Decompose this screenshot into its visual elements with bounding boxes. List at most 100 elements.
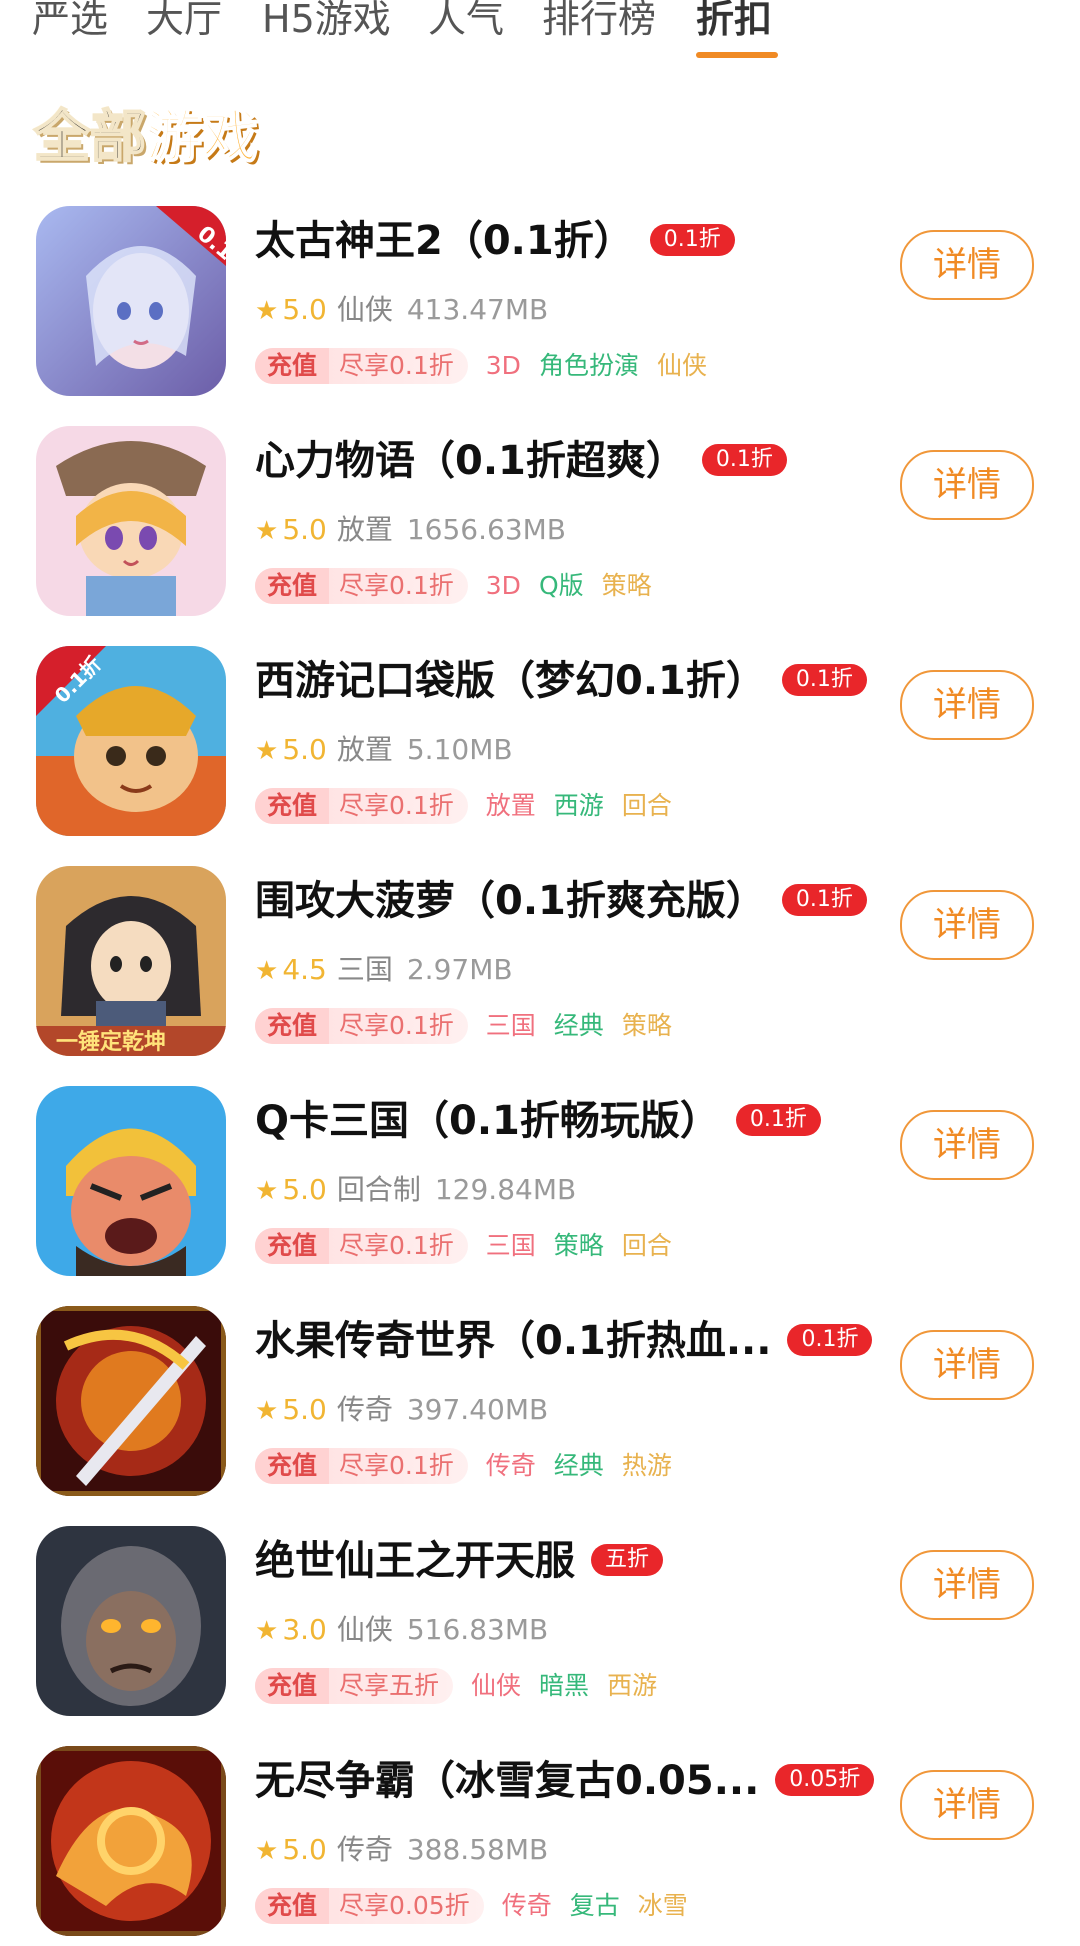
game-list-item[interactable]: 一锤定乾坤 围攻大菠萝（0.1折爽充版） 0.1折 ★ 4.5 三国 2.97MB 充值…	[0, 866, 1080, 1066]
game-rating: 5.0	[282, 1833, 327, 1866]
game-meta: ★ 5.0 放置 5.10MB	[255, 732, 513, 769]
recharge-text: 尽享0.1折	[339, 791, 454, 820]
game-meta: ★ 3.0 仙侠 516.83MB	[255, 1612, 548, 1649]
recharge-label: 充值	[255, 568, 330, 604]
detail-button[interactable]: 详情	[900, 450, 1034, 520]
detail-button[interactable]: 详情	[900, 670, 1034, 740]
recharge-label: 充值	[255, 1668, 330, 1704]
game-list-item[interactable]: 无尽争霸（冰雪复古0.05... 0.05折 ★ 5.0 传奇 388.58MB 充值尽…	[0, 1746, 1080, 1946]
discount-badge: 0.1折	[701, 444, 787, 476]
game-title: 围攻大菠萝（0.1折爽充版） 0.1折	[255, 874, 867, 928]
game-tag: 西游	[607, 1671, 658, 1700]
game-rating: 5.0	[282, 293, 327, 326]
tab-selected[interactable]: 严选	[32, 0, 108, 44]
game-title-text: 水果传奇世界（0.1折热血...	[255, 1318, 772, 1364]
tab-hall[interactable]: 大厅	[146, 0, 222, 44]
game-category: 放置	[336, 733, 393, 766]
game-size: 5.10MB	[406, 733, 513, 766]
game-tag: 西游	[553, 791, 604, 820]
tab-popular[interactable]: 人气	[428, 0, 504, 44]
tab-ranking[interactable]: 排行榜	[542, 0, 656, 44]
game-tag: 回合	[621, 791, 672, 820]
recharge-badge: 充值 尽享0.1折	[255, 348, 468, 384]
recharge-text: 尽享0.05折	[339, 1891, 470, 1920]
game-tag: 策略	[601, 571, 652, 600]
game-tag: Q版	[538, 571, 584, 600]
star-icon: ★	[255, 1396, 279, 1426]
game-tag: 暗黑	[539, 1671, 590, 1700]
game-tag: 仙侠	[471, 1671, 522, 1700]
game-category: 回合制	[336, 1173, 421, 1206]
game-tag: 三国	[485, 1011, 536, 1040]
game-meta: ★ 5.0 放置 1656.63MB	[255, 512, 566, 549]
discount-badge: 0.1折	[781, 884, 867, 916]
game-category: 三国	[336, 953, 393, 986]
detail-button[interactable]: 详情	[900, 1110, 1034, 1180]
star-icon: ★	[255, 1176, 279, 1206]
detail-button[interactable]: 详情	[900, 1550, 1034, 1620]
game-category: 传奇	[336, 1393, 393, 1426]
angry-general-game-icon[interactable]	[36, 1086, 226, 1276]
ape-warrior-game-icon[interactable]	[36, 1526, 226, 1716]
recharge-badge: 充值 尽享0.1折	[255, 1228, 468, 1264]
svg-text:一锤定乾坤: 一锤定乾坤	[56, 1029, 166, 1055]
game-category: 放置	[336, 513, 393, 546]
game-tag: 传奇	[485, 1451, 536, 1480]
recharge-label: 充值	[255, 1008, 330, 1044]
game-title: 西游记口袋版（梦幻0.1折） 0.1折	[255, 654, 867, 708]
game-meta: ★ 5.0 回合制 129.84MB	[255, 1172, 576, 1209]
section-title-part1: 全部	[33, 104, 147, 171]
fairy-game-icon[interactable]: 0.1	[36, 206, 226, 396]
warrior-game-icon[interactable]: 一锤定乾坤	[36, 866, 226, 1056]
game-list-item[interactable]: 水果传奇世界（0.1折热血... 0.1折 ★ 5.0 传奇 397.40MB 充值 尽享…	[0, 1306, 1080, 1506]
dragon-sword-game-icon[interactable]	[36, 1306, 226, 1496]
game-tag: 三国	[485, 1231, 536, 1260]
discount-badge: 0.1折	[787, 1324, 873, 1356]
monkey-king-game-icon[interactable]: 0.1折	[36, 646, 226, 836]
game-meta: ★ 5.0 传奇 397.40MB	[255, 1392, 548, 1429]
game-tag: 热游	[621, 1451, 672, 1480]
game-title-text: 围攻大菠萝（0.1折爽充版）	[255, 878, 766, 924]
recharge-text: 尽享五折	[339, 1671, 440, 1700]
tab-h5-games[interactable]: H5游戏	[262, 0, 391, 44]
game-tag: 经典	[553, 1011, 604, 1040]
game-tag: 策略	[621, 1011, 672, 1040]
fire-dragon-game-icon[interactable]	[36, 1746, 226, 1936]
anime-girl-game-icon[interactable]	[36, 426, 226, 616]
game-tag: 放置	[485, 791, 536, 820]
game-list-item[interactable]: 0.1折 西游记口袋版（梦幻0.1折） 0.1折 ★ 5.0 放置 5.10MB 充值尽…	[0, 646, 1080, 846]
detail-button[interactable]: 详情	[900, 1770, 1034, 1840]
detail-button[interactable]: 详情	[900, 230, 1034, 300]
game-list-item[interactable]: 心力物语（0.1折超爽） 0.1折 ★ 5.0 放置 1656.63MB 充值 尽享0.1…	[0, 426, 1080, 626]
recharge-label: 充值	[255, 348, 330, 384]
recharge-label: 充值	[255, 1228, 330, 1264]
game-title: 心力物语（0.1折超爽） 0.1折	[255, 434, 787, 488]
recharge-badge: 充值 尽享0.1折	[255, 788, 468, 824]
game-meta: ★ 5.0 传奇 388.58MB	[255, 1832, 548, 1869]
game-tag: 角色扮演	[538, 351, 639, 380]
game-tag: 策略	[553, 1231, 604, 1260]
game-tags: 充值 尽享0.1折 三国 经典 策略	[255, 1008, 672, 1044]
tab-discount[interactable]: 折扣	[696, 0, 772, 44]
game-rating: 4.5	[282, 953, 327, 986]
game-list-item[interactable]: 0.1 太古神王2（0.1折） 0.1折 ★ 5.0 仙侠 413.47MB 充值 尽享0…	[0, 206, 1080, 406]
star-icon: ★	[255, 956, 279, 986]
game-tag: 3D	[485, 351, 521, 380]
game-list-item[interactable]: Q卡三国（0.1折畅玩版） 0.1折 ★ 5.0 回合制 129.84MB 充值 尽享0.…	[0, 1086, 1080, 1286]
recharge-text: 尽享0.1折	[339, 351, 454, 380]
game-size: 2.97MB	[406, 953, 513, 986]
game-tags: 充值 尽享0.1折 3D Q版 策略	[255, 568, 652, 604]
star-icon: ★	[255, 736, 279, 766]
recharge-badge: 充值 尽享0.1折	[255, 1448, 468, 1484]
discount-badge: 0.1折	[781, 664, 867, 696]
game-category: 仙侠	[336, 1613, 393, 1646]
star-icon: ★	[255, 1836, 279, 1866]
detail-button[interactable]: 详情	[900, 1330, 1034, 1400]
game-title: 水果传奇世界（0.1折热血... 0.1折	[255, 1314, 873, 1368]
game-list-item[interactable]: 绝世仙王之开天服 五折 ★ 3.0 仙侠 516.83MB 充值 尽享五折 仙侠 暗黑 西游 详…	[0, 1526, 1080, 1726]
recharge-badge: 充值 尽享0.05折	[255, 1888, 484, 1924]
game-title-text: 无尽争霸（冰雪复古0.05...	[255, 1758, 760, 1804]
game-tag: 冰雪	[637, 1891, 688, 1920]
detail-button[interactable]: 详情	[900, 890, 1034, 960]
game-meta: ★ 4.5 三国 2.97MB	[255, 952, 513, 989]
